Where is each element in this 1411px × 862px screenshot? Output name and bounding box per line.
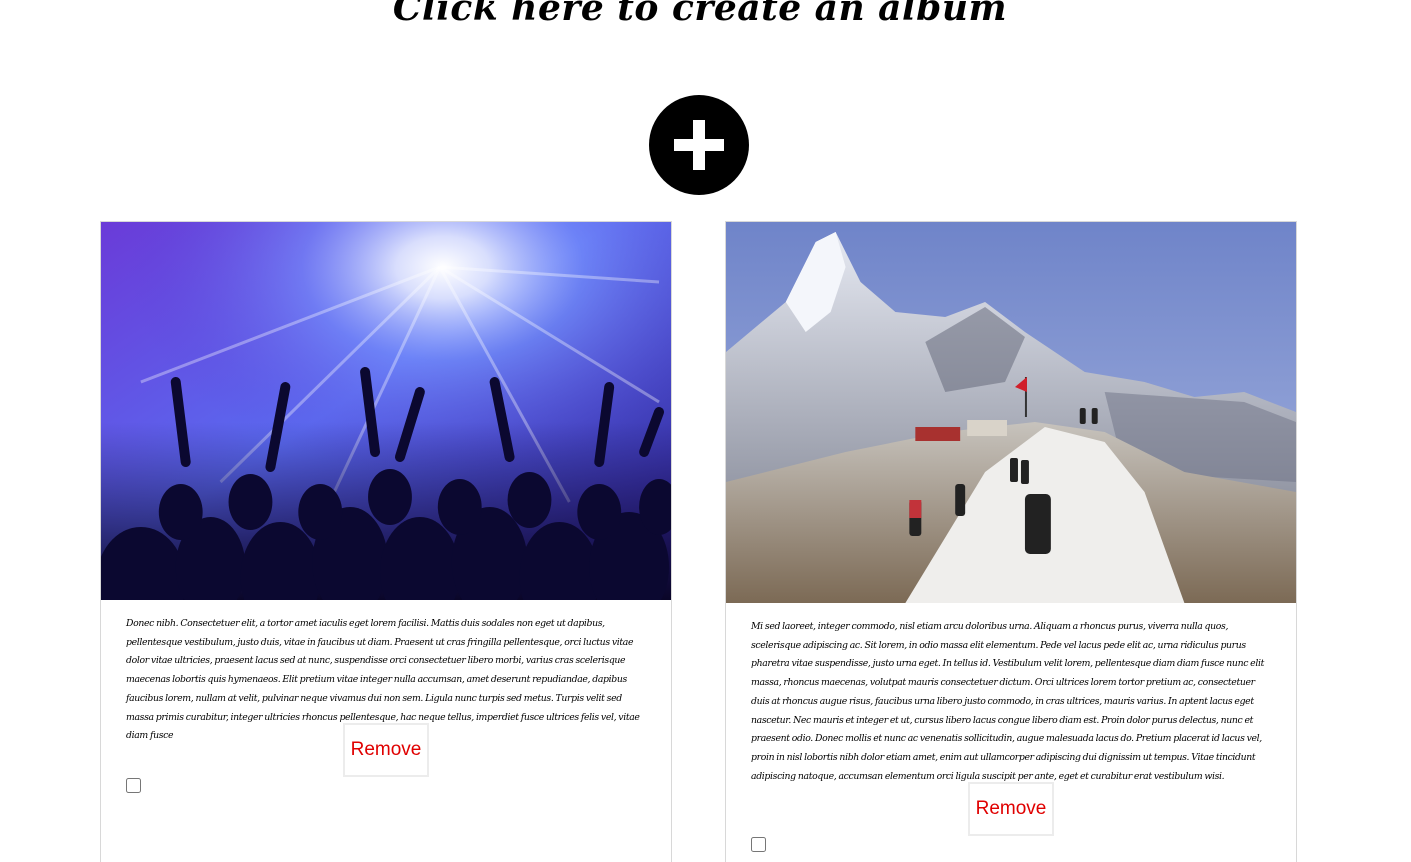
add-album-button[interactable]	[649, 95, 749, 195]
mountain-trek-image	[726, 222, 1296, 603]
create-album-heading[interactable]: Click here to create an album	[0, 0, 1400, 34]
remove-button[interactable]: Remove	[968, 782, 1054, 836]
album-card: Donec nibh. Consectetuer elit, a tortor …	[100, 221, 672, 862]
concert-crowd-image	[101, 222, 671, 600]
album-card: Mi sed laoreet, integer commodo, nisl et…	[725, 221, 1297, 862]
album-description: Mi sed laoreet, integer commodo, nisl et…	[751, 621, 1264, 782]
album-page: Click here to create an album Donec nibh…	[0, 0, 1411, 862]
select-album-checkbox[interactable]	[751, 837, 766, 852]
remove-button[interactable]: Remove	[343, 723, 429, 777]
select-album-checkbox[interactable]	[126, 778, 141, 793]
plus-icon	[674, 120, 724, 170]
